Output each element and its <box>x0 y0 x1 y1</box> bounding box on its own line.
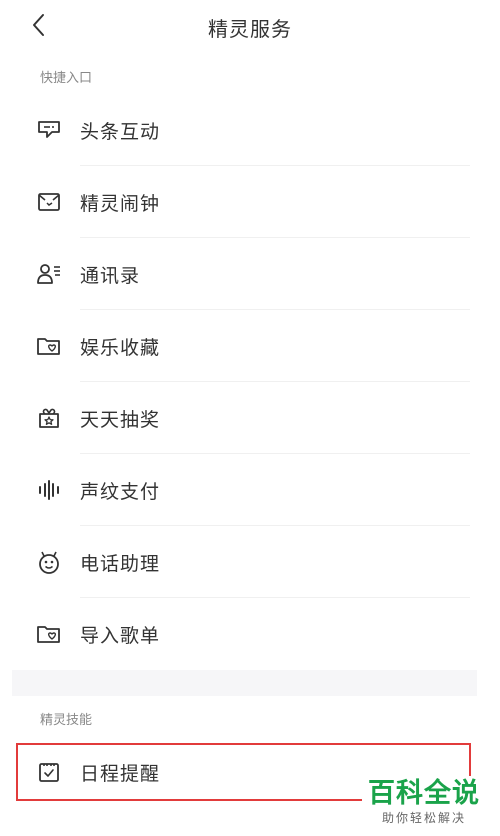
section-title-skills: 精灵技能 <box>40 713 93 728</box>
shortcut-list: 头条互动 精灵闹钟 通讯录 娱乐收藏 天天抽奖 声纹支付 电话助理 导入歌单 <box>0 94 500 670</box>
section-separator <box>12 670 477 696</box>
contacts-icon <box>34 259 64 289</box>
robot-face-icon <box>34 547 64 577</box>
list-item-genie-alarm[interactable]: 精灵闹钟 <box>0 166 500 238</box>
list-item-phone-assistant[interactable]: 电话助理 <box>0 526 500 598</box>
alarm-box-icon <box>34 187 64 217</box>
heart-folder-icon <box>34 619 64 649</box>
list-item-import-playlist[interactable]: 导入歌单 <box>0 598 500 670</box>
page-title: 精灵服务 <box>208 17 292 41</box>
list-item-label: 天天抽奖 <box>80 408 161 431</box>
list-item-headline-interaction[interactable]: 头条互动 <box>0 94 500 166</box>
watermark-main-text: 百科全说 <box>368 778 480 809</box>
list-item-label: 精灵闹钟 <box>80 192 161 215</box>
list-item-label: 声纹支付 <box>80 480 161 503</box>
list-item-daily-lottery[interactable]: 天天抽奖 <box>0 382 500 454</box>
list-item-label: 通讯录 <box>80 264 141 287</box>
list-item-voiceprint-payment[interactable]: 声纹支付 <box>0 454 500 526</box>
list-item-label: 娱乐收藏 <box>80 336 161 359</box>
section-title-shortcuts: 快捷入口 <box>40 71 93 86</box>
watermark-sub-text: 助你轻松解决 <box>381 811 466 825</box>
watermark-logo: 百科全说 助你轻松解决 <box>362 776 486 826</box>
list-item-contacts[interactable]: 通讯录 <box>0 238 500 310</box>
voiceprint-icon <box>34 475 64 505</box>
list-item-label: 电话助理 <box>80 552 161 575</box>
list-item-entertainment-favorites[interactable]: 娱乐收藏 <box>0 310 500 382</box>
list-item-label: 头条互动 <box>80 120 161 143</box>
navigation-bar: 精灵服务 <box>0 0 500 54</box>
list-item-label: 导入歌单 <box>80 624 161 647</box>
message-icon <box>34 115 64 145</box>
gift-star-icon <box>34 403 64 433</box>
heart-folder-icon <box>34 331 64 361</box>
